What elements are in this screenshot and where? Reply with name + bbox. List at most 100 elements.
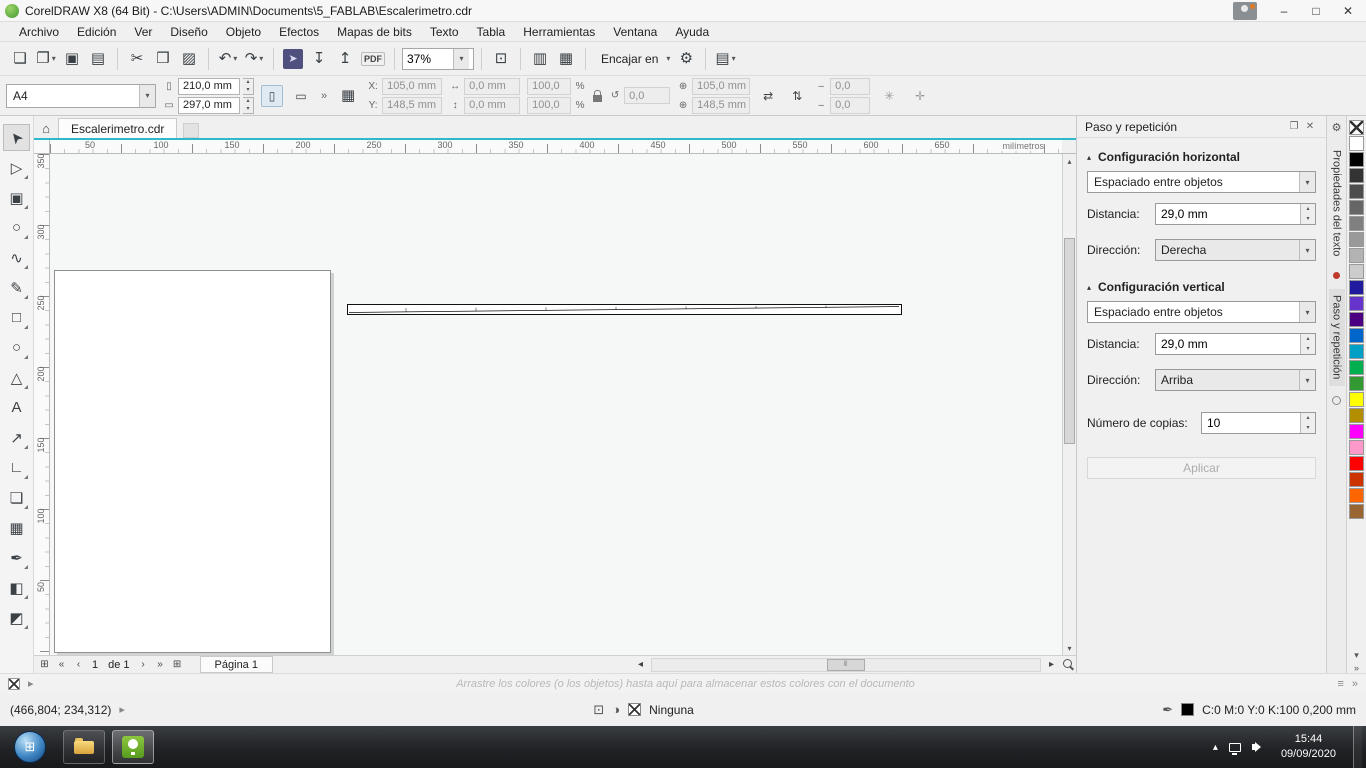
units-grid-button[interactable]: ▦ [336, 83, 360, 109]
document-tab[interactable]: Escalerimetro.cdr [58, 118, 178, 138]
horizontal-settings-section[interactable]: ▴ Configuración horizontal [1087, 150, 1316, 164]
zoom-tool[interactable]: ○ [3, 214, 30, 241]
horizontal-spacing-mode-combo[interactable]: Espaciado entre objetos ▾ [1087, 171, 1316, 193]
tab-propiedades-del-texto[interactable]: Propiedades del texto [1329, 144, 1345, 262]
first-page-icon[interactable]: « [53, 657, 70, 673]
scale-h-field[interactable]: 100,0 [527, 77, 572, 95]
chevron-down-icon[interactable]: ▾ [139, 84, 155, 107]
horizontal-direction-combo[interactable]: Derecha ▾ [1155, 239, 1316, 261]
palette-overflow-icon[interactable]: » [1352, 678, 1358, 690]
chevron-down-icon[interactable]: ▾ [453, 48, 469, 69]
coords-menu-arrow-icon[interactable]: ▸ [119, 703, 125, 716]
palette-scroll-down-icon[interactable]: ▾ [1354, 650, 1359, 661]
collapse-icon[interactable]: ▴ [1087, 153, 1091, 162]
save-button[interactable]: ▣ [60, 46, 84, 72]
show-grid-button[interactable]: ▦ [554, 46, 578, 72]
vertical-direction-combo[interactable]: Arriba ▾ [1155, 369, 1316, 391]
export-button[interactable]: ↥ [333, 46, 357, 72]
menu-ayuda[interactable]: Ayuda [666, 23, 718, 41]
redo-button[interactable]: ↷ ▾ [242, 46, 266, 72]
document-palette-swatch[interactable] [8, 677, 20, 690]
scroll-left-icon[interactable]: ◂ [632, 657, 649, 673]
menu-objeto[interactable]: Objeto [217, 23, 270, 41]
docker-close-icon[interactable]: ✕ [1302, 121, 1318, 132]
x-position-field[interactable]: 105,0 mm [382, 77, 443, 95]
menu-archivo[interactable]: Archivo [10, 23, 68, 41]
outline-bottom-field[interactable]: 0,0 [830, 96, 871, 114]
show-rulers-button[interactable]: ▥ [528, 46, 552, 72]
previous-page-icon[interactable]: ‹ [70, 657, 87, 673]
drawn-object[interactable] [346, 300, 904, 318]
color-swatch[interactable] [1349, 456, 1364, 471]
chevron-down-icon[interactable]: ▾ [1299, 172, 1315, 192]
palette-arrow-icon[interactable]: ▸ [28, 677, 34, 690]
portrait-button[interactable]: ▯ [261, 84, 283, 107]
transparency-tool[interactable]: ▦ [3, 514, 30, 541]
color-swatch[interactable] [1349, 232, 1364, 247]
new-tab-button[interactable] [183, 123, 200, 138]
snap-to-dropdown[interactable]: Encajar en ▾ [593, 46, 672, 72]
color-swatch[interactable] [1349, 504, 1364, 519]
color-swatch[interactable] [1349, 360, 1364, 375]
paste-button[interactable]: ▨ [177, 46, 201, 72]
taskbar-clock[interactable]: 15:44 09/09/2020 [1281, 732, 1336, 762]
close-button[interactable]: ✕ [1335, 1, 1361, 21]
object-width-field[interactable]: 0,0 mm [464, 77, 521, 95]
color-swatch[interactable] [1349, 328, 1364, 343]
copies-input[interactable] [1202, 416, 1300, 430]
spin-up-icon[interactable]: ▴ [243, 98, 253, 106]
chevron-down-icon[interactable]: ▾ [1299, 302, 1315, 322]
color-swatch[interactable] [1349, 280, 1364, 295]
connector-tool[interactable]: ∟ [3, 454, 30, 481]
outline-pen-icon[interactable]: ✒ [1162, 702, 1173, 718]
copies-stepper[interactable]: ▴ ▾ [1300, 413, 1315, 433]
spin-down-icon[interactable]: ▾ [1301, 344, 1315, 354]
spin-up-icon[interactable]: ▴ [1301, 413, 1315, 423]
publish-pdf-button[interactable]: PDF [359, 46, 387, 72]
tray-show-hidden-icon[interactable]: ▴ [1213, 742, 1218, 753]
crop-tool[interactable]: ▣ [3, 184, 30, 211]
spin-down-icon[interactable]: ▾ [243, 105, 253, 113]
no-color-swatch[interactable] [1349, 120, 1364, 135]
menu-ver[interactable]: Ver [125, 23, 161, 41]
maximize-button[interactable]: □ [1303, 1, 1329, 21]
collapse-icon[interactable]: ▴ [1087, 283, 1091, 292]
layout-options-button[interactable]: ▤ ▾ [713, 46, 737, 72]
landscape-button[interactable]: ▭ [290, 85, 312, 107]
shape-tool[interactable]: ▷ [3, 154, 30, 181]
show-desktop-button[interactable] [1353, 726, 1362, 768]
page-width-field[interactable]: 210,0 mm [178, 77, 240, 95]
object-height-field[interactable]: 0,0 mm [464, 96, 521, 114]
color-swatch[interactable] [1349, 440, 1364, 455]
vertical-ruler[interactable]: 350 300 250 200 150 100 50 [34, 153, 50, 655]
color-swatch[interactable] [1349, 216, 1364, 231]
menu-texto[interactable]: Texto [421, 23, 468, 41]
page-tab[interactable]: Página 1 [199, 656, 273, 673]
zoom-level-combo[interactable]: ▾ [402, 47, 474, 70]
add-page-icon[interactable]: ⊞ [169, 657, 186, 673]
zoom-level-input[interactable] [403, 51, 453, 66]
scale-v-field[interactable]: 100,0 [527, 96, 572, 114]
color-swatch[interactable] [1349, 392, 1364, 407]
rectangle-tool[interactable]: □ [3, 304, 30, 331]
horizontal-scrollbar[interactable]: ⦀ [651, 657, 1041, 672]
center-y-field[interactable]: 148,5 mm [692, 96, 751, 114]
new-document-button[interactable]: ❏ [8, 46, 32, 72]
text-tool[interactable]: A [3, 394, 30, 421]
spin-down-icon[interactable]: ▾ [1301, 214, 1315, 224]
color-swatch[interactable] [1349, 264, 1364, 279]
horizontal-ruler[interactable]: 50 100 150 200 250 300 350 400 450 500 5… [50, 140, 1062, 154]
page-a4[interactable] [54, 270, 331, 653]
open-button[interactable]: ❐ ▾ [34, 46, 58, 72]
horizontal-distance-input[interactable] [1156, 207, 1300, 221]
page-height-stepper[interactable]: ▴ ▾ [243, 96, 254, 114]
vertical-distance-input[interactable] [1156, 337, 1300, 351]
vertical-distance-stepper[interactable]: ▴ ▾ [1300, 334, 1315, 354]
drawing-canvas[interactable] [50, 154, 1062, 655]
menu-mapas-de-bits[interactable]: Mapas de bits [328, 23, 421, 41]
network-icon[interactable] [1228, 742, 1241, 755]
spin-up-icon[interactable]: ▴ [1301, 204, 1315, 214]
color-swatch[interactable] [1349, 136, 1364, 151]
eyedropper-tool[interactable]: ✒ [3, 544, 30, 571]
color-swatch[interactable] [1349, 152, 1364, 167]
